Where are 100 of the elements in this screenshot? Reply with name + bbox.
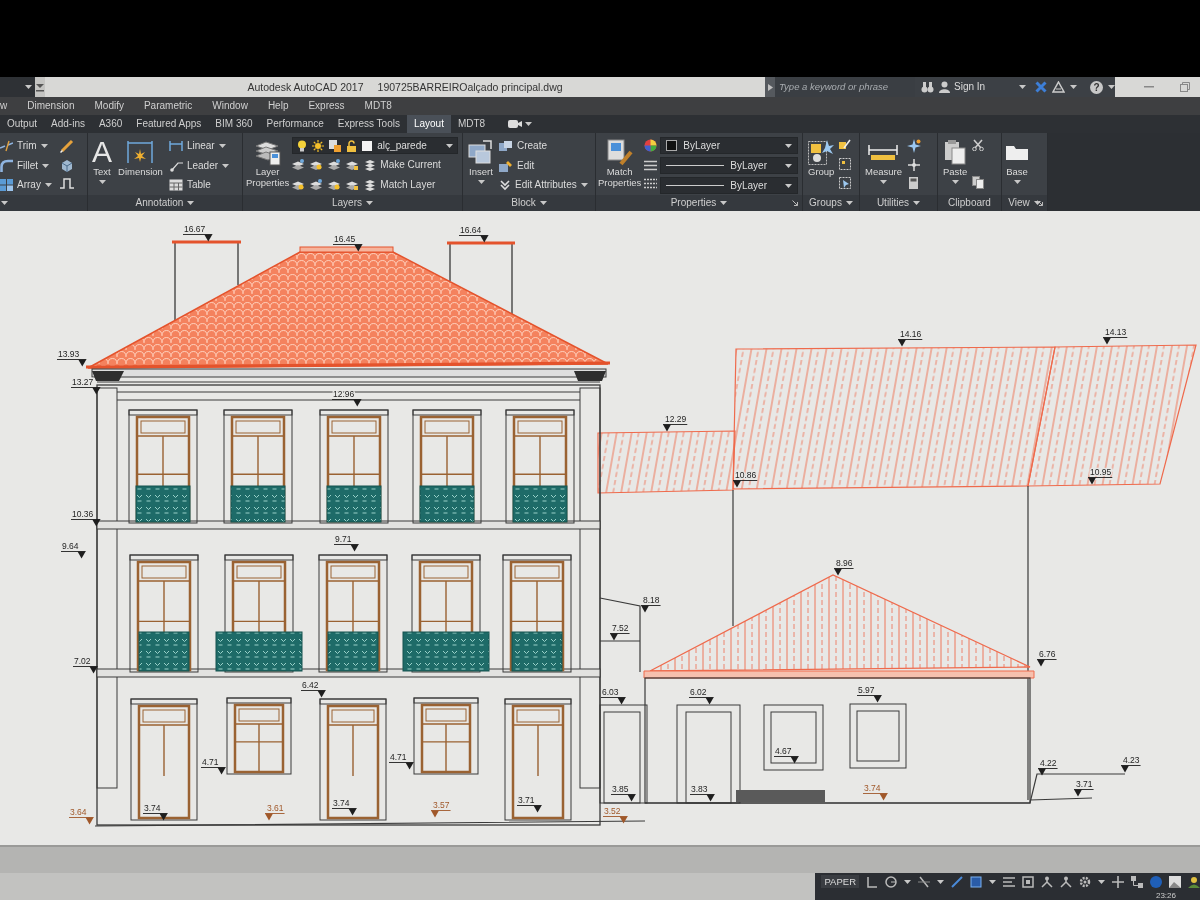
- caret-icon[interactable]: [525, 122, 533, 126]
- ribbon-tab[interactable]: BIM 360: [208, 115, 260, 133]
- search-options-button[interactable]: [765, 77, 775, 97]
- panel-title-button[interactable]: View: [1008, 197, 1041, 209]
- paper-space-button[interactable]: PAPER: [821, 874, 859, 889]
- ribbon-button[interactable]: Table: [168, 176, 230, 194]
- ribbon-button[interactable]: Dimension: [118, 137, 163, 195]
- caret-icon[interactable]: [937, 879, 944, 884]
- ribbon-button[interactable]: Group: [808, 137, 835, 195]
- calculator-icon[interactable]: [909, 177, 919, 189]
- ribbon-button[interactable]: Match Properties: [598, 137, 642, 195]
- binoculars-icon[interactable]: [921, 81, 934, 93]
- ribbon-tab[interactable]: Layout: [406, 115, 451, 133]
- ribbon-button[interactable]: Array: [0, 176, 52, 194]
- diagonal-arrow-icon[interactable]: [1037, 200, 1043, 206]
- layer-icon[interactable]: [292, 159, 305, 171]
- layer-icon[interactable]: [310, 159, 323, 171]
- panel-title-button[interactable]: Layers: [332, 197, 373, 209]
- lines-icon[interactable]: [644, 159, 658, 171]
- ribbon-button[interactable]: Trim: [0, 137, 52, 155]
- gear-icon[interactable]: [1079, 875, 1091, 888]
- panel-title-button[interactable]: Block: [511, 197, 547, 209]
- caret-icon[interactable]: [1098, 879, 1105, 884]
- ribbon-button[interactable]: Make Current: [364, 156, 441, 174]
- image-icon[interactable]: [1169, 875, 1181, 888]
- property-dropdown[interactable]: ByLayer: [660, 137, 799, 154]
- circle-icon[interactable]: [885, 875, 897, 888]
- menu-item[interactable]: w: [0, 100, 8, 112]
- caret-icon[interactable]: [904, 879, 911, 884]
- layer-icon[interactable]: [346, 159, 359, 171]
- corner-icon[interactable]: [866, 875, 878, 888]
- menu-item[interactable]: Window: [212, 100, 248, 112]
- caret-icon[interactable]: [1108, 85, 1115, 89]
- ribbon-button[interactable]: Base: [1006, 137, 1028, 195]
- layer-icon[interactable]: [346, 179, 359, 191]
- ribbon-button[interactable]: Fillet: [0, 156, 52, 175]
- dashed-lines-icon[interactable]: [644, 178, 658, 189]
- figure-icon[interactable]: [1041, 875, 1053, 888]
- diagonal-arrow-icon[interactable]: [792, 200, 798, 206]
- ribbon-button[interactable]: Edit: [499, 156, 588, 175]
- pencil-line-icon[interactable]: [951, 875, 963, 888]
- sign-in-button[interactable]: Sign In: [939, 81, 1027, 93]
- box-icon[interactable]: [970, 875, 982, 888]
- ribbon-button[interactable]: Leader: [168, 156, 230, 175]
- plus-icon[interactable]: [1112, 875, 1124, 888]
- pencil-square-icon[interactable]: [839, 139, 852, 151]
- ribbon-button[interactable]: Linear: [168, 137, 230, 155]
- ribbon-tab[interactable]: Add-ins: [44, 115, 92, 133]
- panel-title-button[interactable]: Clipboard: [948, 197, 991, 209]
- property-dropdown[interactable]: ByLayer: [660, 177, 799, 194]
- x-mark-icon[interactable]: [1035, 81, 1048, 93]
- layer-icon[interactable]: [292, 179, 305, 191]
- step-line-icon[interactable]: [59, 177, 74, 189]
- ribbon-tab[interactable]: Output: [0, 115, 45, 133]
- menu-item[interactable]: Help: [267, 100, 289, 112]
- sparkle-icon[interactable]: [906, 139, 921, 153]
- menu-item[interactable]: MDT8: [364, 100, 392, 112]
- ribbon-tab[interactable]: MDT8: [450, 115, 493, 133]
- layer-icon[interactable]: [310, 179, 323, 191]
- menu-item[interactable]: Dimension: [27, 100, 75, 112]
- ribbon-button[interactable]: Paste: [943, 137, 968, 195]
- caret-icon[interactable]: [25, 85, 32, 89]
- help-button[interactable]: ?: [1090, 80, 1103, 94]
- ribbon-button[interactable]: Match Layer: [364, 176, 436, 194]
- frame-icon[interactable]: [1022, 875, 1034, 888]
- panel-title-button[interactable]: Annotation: [135, 197, 195, 209]
- ribbon-button[interactable]: Create: [499, 137, 588, 155]
- pencil-icon[interactable]: [59, 139, 74, 153]
- ribbon-button[interactable]: Insert: [467, 137, 495, 195]
- triangle-icon[interactable]: [1052, 81, 1066, 93]
- caret-icon[interactable]: [989, 879, 996, 884]
- menu-item[interactable]: Modify: [94, 100, 124, 112]
- panel-title-button[interactable]: Groups: [809, 197, 853, 209]
- ribbon-button[interactable]: Layer Properties: [246, 137, 290, 195]
- menu-item[interactable]: Express: [308, 100, 345, 112]
- caret-icon[interactable]: [1070, 85, 1078, 89]
- ribbon-tab[interactable]: Performance: [259, 115, 331, 133]
- ribbon-button[interactable]: Measure: [865, 137, 902, 195]
- panel-title-button[interactable]: Properties: [670, 197, 728, 209]
- layer-dropdown[interactable]: alç_parede: [292, 137, 459, 154]
- dropdown-icon[interactable]: [36, 82, 44, 92]
- layer-icon[interactable]: [328, 159, 341, 171]
- slash-icon[interactable]: [918, 875, 930, 888]
- person-icon[interactable]: [1188, 875, 1200, 888]
- nodes-icon[interactable]: [1131, 875, 1143, 888]
- scissors-icon[interactable]: [972, 139, 985, 151]
- copy-icon[interactable]: [972, 176, 985, 189]
- search-field[interactable]: Type a keyword or phrase: [775, 77, 915, 97]
- ribbon-tab[interactable]: Featured Apps: [129, 115, 209, 133]
- ribbon-tab[interactable]: A360: [91, 115, 130, 133]
- cube-icon[interactable]: [59, 158, 74, 172]
- lines-icon[interactable]: [1003, 875, 1015, 888]
- ribbon-tab[interactable]: Express Tools: [330, 115, 407, 133]
- video-camera-icon[interactable]: [508, 120, 523, 128]
- menu-item[interactable]: Parametric: [143, 100, 193, 112]
- layer-icon[interactable]: [328, 179, 341, 191]
- dotted-box-icon[interactable]: [839, 158, 852, 170]
- color-wheel-icon[interactable]: [644, 139, 658, 152]
- figure-icon[interactable]: [1060, 875, 1072, 888]
- crosshair-icon[interactable]: [907, 159, 920, 171]
